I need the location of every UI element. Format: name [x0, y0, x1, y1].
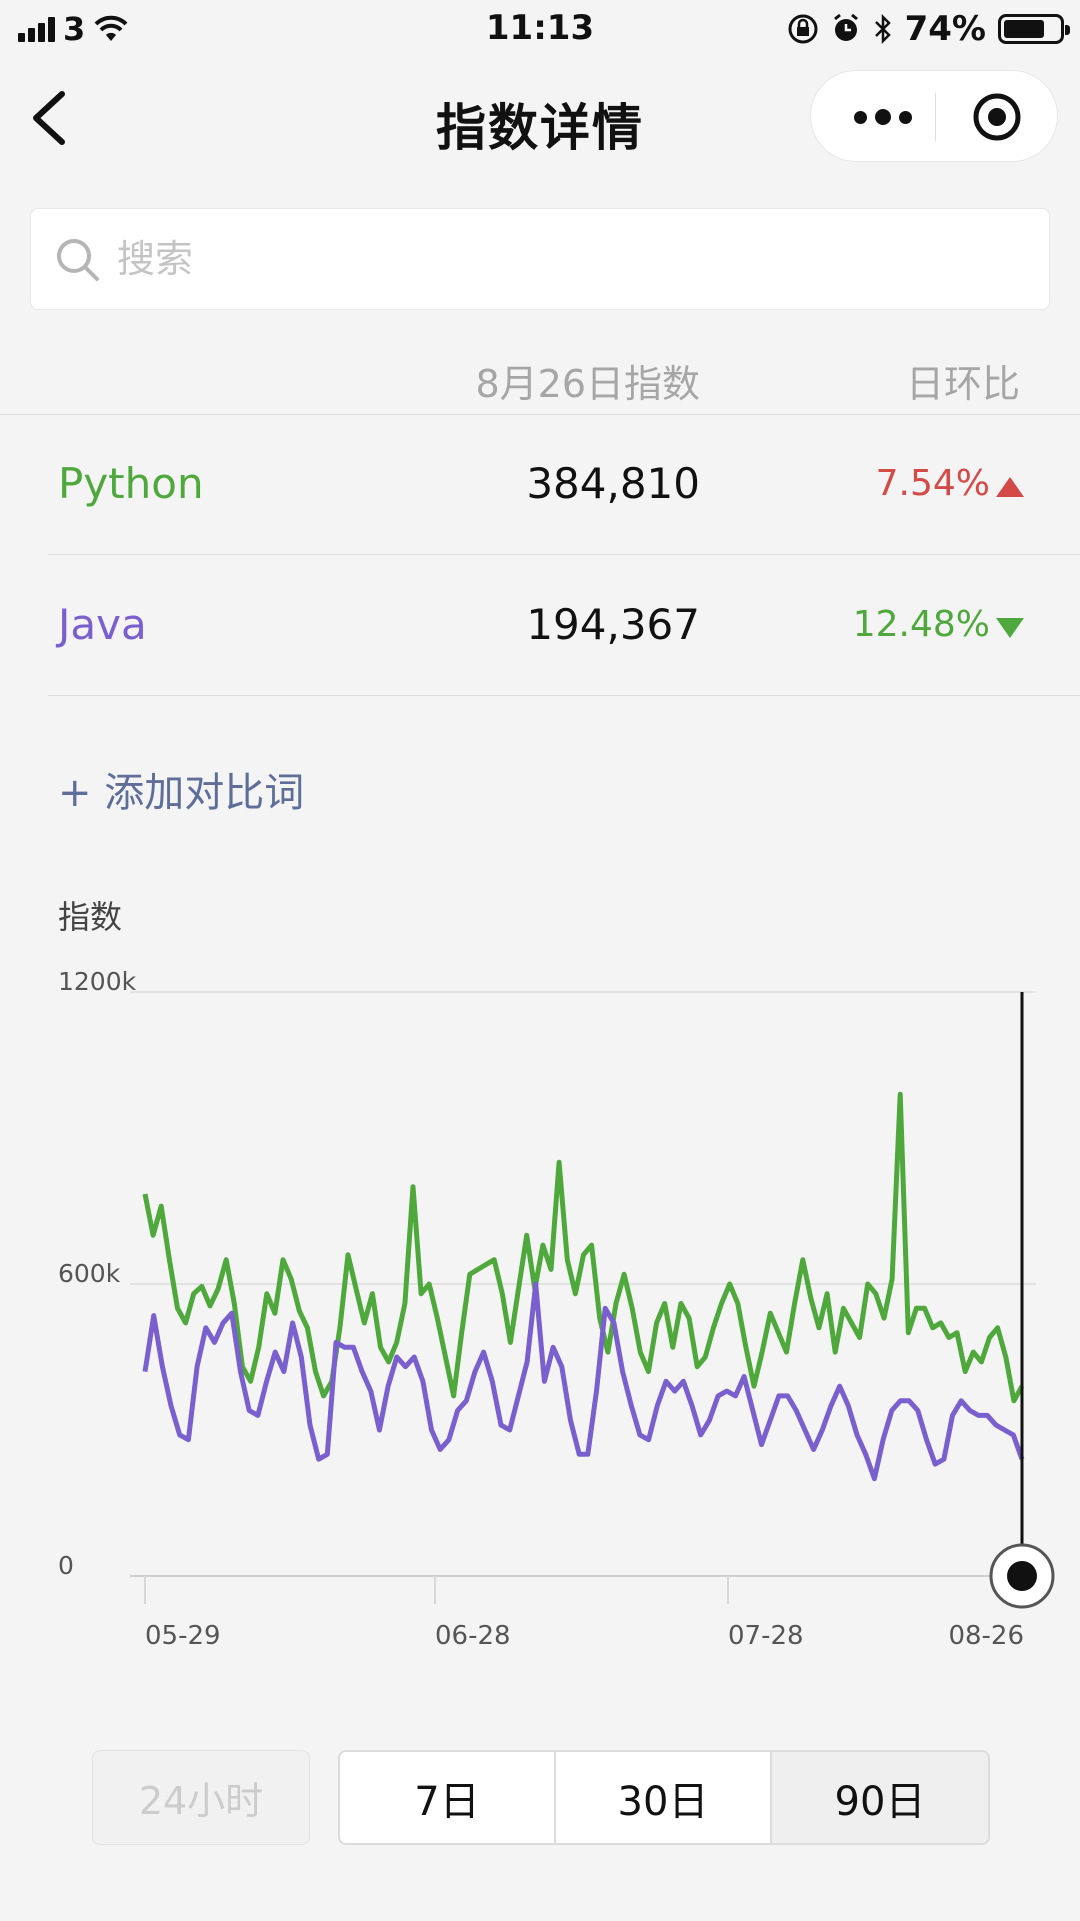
table-row[interactable]: Python 384,810 7.54%: [48, 415, 1080, 555]
search-icon: [57, 239, 99, 281]
tab-7d[interactable]: 7日: [340, 1752, 556, 1843]
dot-icon: [899, 110, 912, 124]
time-range-tabs: 24小时 7日 30日 90日: [92, 1750, 990, 1845]
keyword-change: 7.54%: [875, 463, 990, 504]
x-tick-label: 08-26: [948, 1621, 1024, 1651]
y-tick-label: 600k: [58, 1259, 121, 1288]
add-compare-button[interactable]: + 添加对比词: [58, 760, 304, 818]
up-arrow-icon: [996, 477, 1024, 497]
y-tick-label: 0: [58, 1551, 74, 1580]
dot-icon: [854, 110, 867, 124]
x-tick-label: 06-28: [435, 1621, 511, 1651]
tab-24h: 24小时: [92, 1750, 310, 1845]
status-right: 74%: [787, 9, 1070, 49]
status-bar: 3 11:13 74%: [0, 0, 1080, 58]
rotation-lock-icon: [788, 14, 818, 44]
more-options-button[interactable]: [831, 71, 935, 163]
cursor-dot: [1007, 1561, 1037, 1591]
y-axis-title: 指数: [58, 898, 122, 936]
tab-90d[interactable]: 90日: [772, 1752, 988, 1843]
table-row[interactable]: Java 194,367 12.48%: [48, 556, 1080, 696]
tab-30d[interactable]: 30日: [556, 1752, 772, 1843]
battery-icon: [998, 14, 1070, 44]
search-input[interactable]: [117, 229, 1017, 289]
down-arrow-icon: [996, 618, 1024, 638]
keyword-name: Python: [58, 459, 204, 508]
keyword-name: Java: [58, 600, 147, 649]
keyword-value: 194,367: [526, 600, 700, 649]
battery-percent: 74%: [904, 9, 986, 49]
y-tick-label: 1200k: [58, 967, 137, 996]
header-index-label: 8月26日指数: [475, 362, 700, 406]
close-miniprogram-button[interactable]: [935, 71, 1059, 163]
keyword-change: 12.48%: [852, 604, 990, 645]
bluetooth-icon: [874, 13, 891, 45]
alarm-icon: [833, 13, 858, 41]
index-line-chart[interactable]: 指数 1200k 600k 0 05-29 06-28 07-28 08-26: [0, 890, 1080, 1670]
x-tick-label: 05-29: [145, 1621, 221, 1651]
table-header: 8月26日指数 日环比: [0, 345, 1080, 415]
dot-icon: [875, 109, 891, 125]
nav-bar: 指数详情: [0, 58, 1080, 178]
range-segment: 7日 30日 90日: [338, 1750, 990, 1845]
header-change-label: 日环比: [905, 362, 1020, 406]
mini-program-capsule: [810, 70, 1058, 162]
target-circle-icon: [973, 93, 1021, 141]
x-tick-label: 07-28: [728, 1621, 804, 1651]
search-box[interactable]: [30, 208, 1050, 310]
keyword-value: 384,810: [526, 459, 700, 508]
